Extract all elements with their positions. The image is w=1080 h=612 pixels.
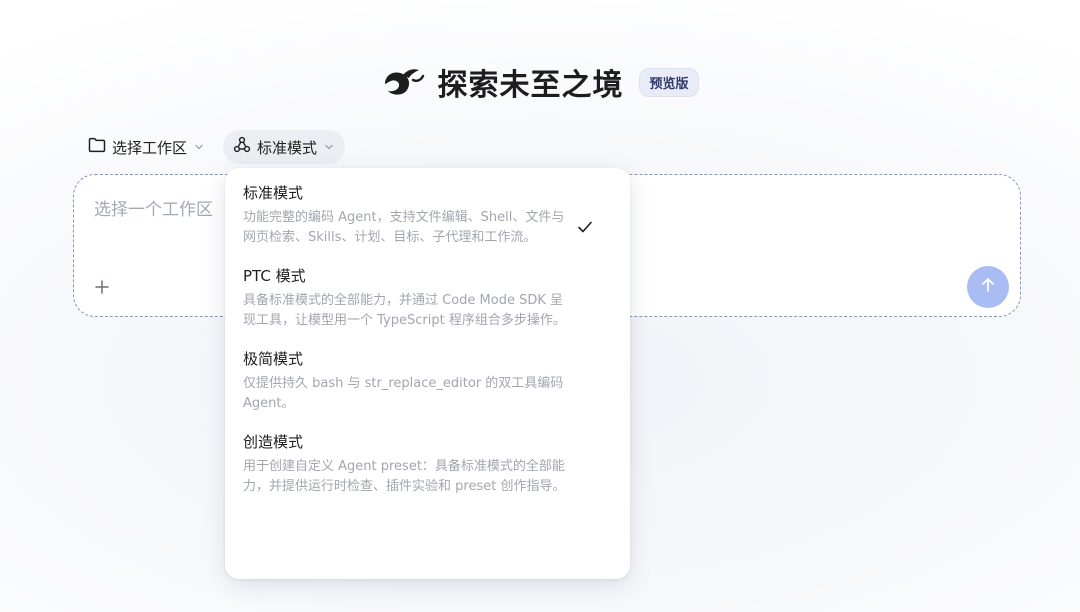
mode-option-title: 极简模式 — [243, 350, 304, 368]
chevron-down-icon — [193, 141, 205, 153]
workspace-select-button[interactable]: 选择工作区 — [78, 130, 215, 164]
mode-dropdown-menu: 标准模式 功能完整的编码 Agent，支持文件编辑、Shell、文件与网页检索、… — [225, 168, 630, 579]
mode-option-standard[interactable]: 标准模式 功能完整的编码 Agent，支持文件编辑、Shell、文件与网页检索、… — [243, 182, 612, 248]
mode-option-description: 仅提供持久 bash 与 str_replace_editor 的双工具编码 A… — [243, 376, 564, 411]
mode-option-minimal[interactable]: 极简模式 仅提供持久 bash 与 str_replace_editor 的双工… — [243, 348, 612, 414]
arrow-up-icon — [979, 276, 997, 298]
whale-logo-icon — [381, 64, 425, 100]
checkmark-icon — [576, 218, 594, 236]
plus-icon — [94, 279, 110, 299]
app-title: 探索未至之境 — [437, 68, 624, 103]
mode-option-ptc[interactable]: PTC 模式 具备标准模式的全部能力，并通过 Code Mode SDK 呈现工… — [243, 265, 612, 331]
mode-option-title: PTC 模式 — [243, 267, 306, 285]
chevron-down-icon — [323, 141, 335, 153]
mode-option-description: 具备标准模式的全部能力，并通过 Code Mode SDK 呈现工具，让模型用一… — [243, 293, 566, 328]
mode-option-creative[interactable]: 创造模式 用于创建自定义 Agent preset：具备标准模式的全部能力，并提… — [243, 431, 612, 497]
folder-icon — [88, 137, 106, 157]
toolbar: 选择工作区 标准模式 — [78, 130, 346, 164]
mode-option-description: 用于创建自定义 Agent preset：具备标准模式的全部能力，并提供运行时检… — [243, 459, 566, 494]
add-attachment-button[interactable] — [88, 275, 116, 303]
preview-badge: 预览版 — [639, 67, 699, 97]
header: 探索未至之境 预览版 — [0, 60, 1080, 104]
mode-icon — [233, 136, 251, 158]
workspace-label: 选择工作区 — [112, 138, 188, 157]
mode-select-button[interactable]: 标准模式 — [223, 130, 346, 164]
page: 探索未至之境 预览版 选择工作区 标准模式 选择一个工作区 标准模式 功能完整的… — [0, 0, 1080, 612]
mode-option-title: 创造模式 — [243, 433, 304, 451]
mode-label: 标准模式 — [257, 138, 318, 157]
prompt-placeholder: 选择一个工作区 — [94, 200, 213, 220]
mode-option-description: 功能完整的编码 Agent，支持文件编辑、Shell、文件与网页检索、Skill… — [243, 210, 565, 245]
send-button[interactable] — [967, 266, 1009, 308]
mode-option-title: 标准模式 — [243, 184, 304, 202]
